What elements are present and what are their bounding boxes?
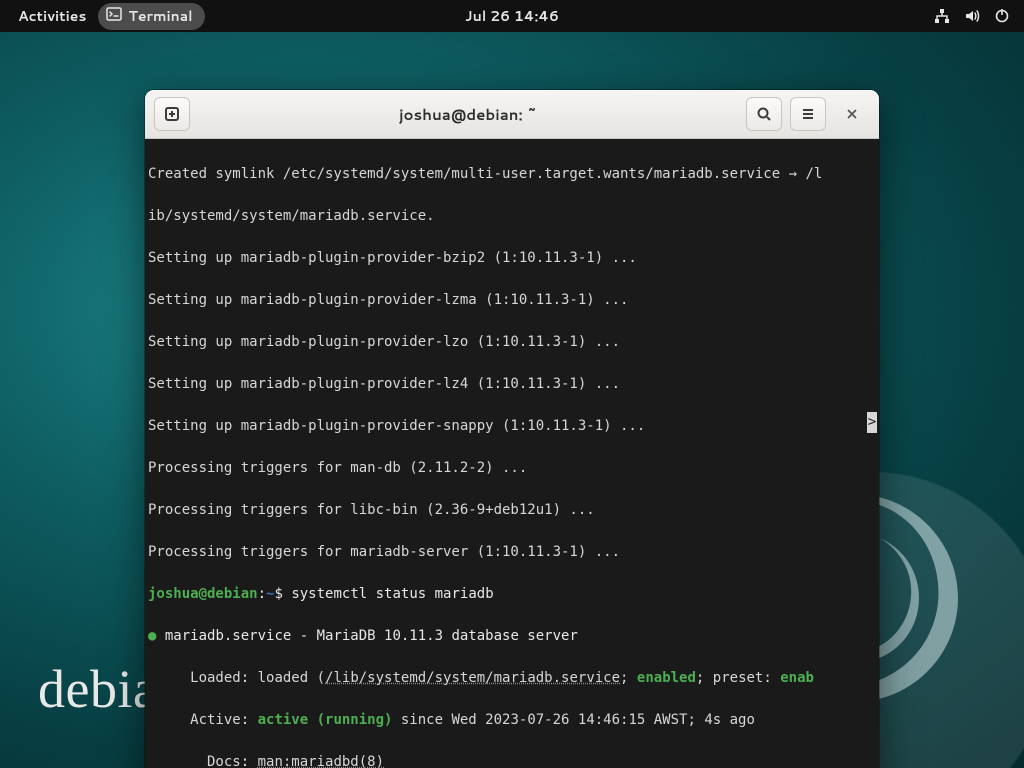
output-line: Setting up mariadb-plugin-provider-lzo (… — [145, 332, 879, 353]
prompt-line: joshua@debian:~$ systemctl status mariad… — [145, 584, 879, 605]
volume-icon[interactable] — [964, 8, 980, 24]
status-active: Active: active (running) since Wed 2023-… — [145, 710, 879, 731]
hamburger-menu-button[interactable] — [790, 97, 826, 131]
app-menu-button[interactable]: Terminal — [98, 3, 204, 30]
output-line: ib/systemd/system/mariadb.service. — [145, 206, 879, 227]
status-header: ● mariadb.service - MariaDB 10.11.3 data… — [145, 626, 879, 647]
app-menu-label: Terminal — [128, 6, 192, 26]
new-tab-button[interactable] — [154, 97, 190, 131]
output-line: Processing triggers for mariadb-server (… — [145, 542, 879, 563]
prompt-userhost: joshua@debian — [148, 586, 258, 602]
terminal-window: joshua@debian: ~ Created symlink /etc/sy… — [145, 90, 879, 768]
terminal-icon — [106, 6, 122, 27]
terminal-output[interactable]: Created symlink /etc/systemd/system/mult… — [145, 139, 879, 768]
output-line: Setting up mariadb-plugin-provider-snapp… — [145, 416, 879, 437]
search-button[interactable] — [746, 97, 782, 131]
output-line: Setting up mariadb-plugin-provider-lz4 (… — [145, 374, 879, 395]
activities-button[interactable]: Activities — [12, 2, 92, 30]
output-line: Created symlink /etc/systemd/system/mult… — [145, 164, 879, 185]
gnome-topbar: Activities Terminal Jul 26 14:46 — [0, 0, 1024, 32]
status-loaded: Loaded: loaded (/lib/systemd/system/mari… — [145, 668, 879, 689]
power-icon[interactable] — [994, 8, 1010, 24]
window-titlebar[interactable]: joshua@debian: ~ — [145, 90, 879, 139]
line-overflow-indicator: > — [867, 412, 877, 433]
output-line: Processing triggers for man-db (2.11.2-2… — [145, 458, 879, 479]
clock[interactable]: Jul 26 14:46 — [465, 6, 559, 26]
status-docs: Docs: man:mariadbd(8) — [145, 752, 879, 768]
command-text: systemctl status mariadb — [291, 586, 493, 602]
window-title: joshua@debian: ~ — [198, 104, 738, 125]
output-line: Processing triggers for libc-bin (2.36-9… — [145, 500, 879, 521]
close-button[interactable] — [834, 97, 870, 131]
output-line: Setting up mariadb-plugin-provider-lzma … — [145, 290, 879, 311]
network-icon[interactable] — [934, 8, 950, 24]
output-line: Setting up mariadb-plugin-provider-bzip2… — [145, 248, 879, 269]
